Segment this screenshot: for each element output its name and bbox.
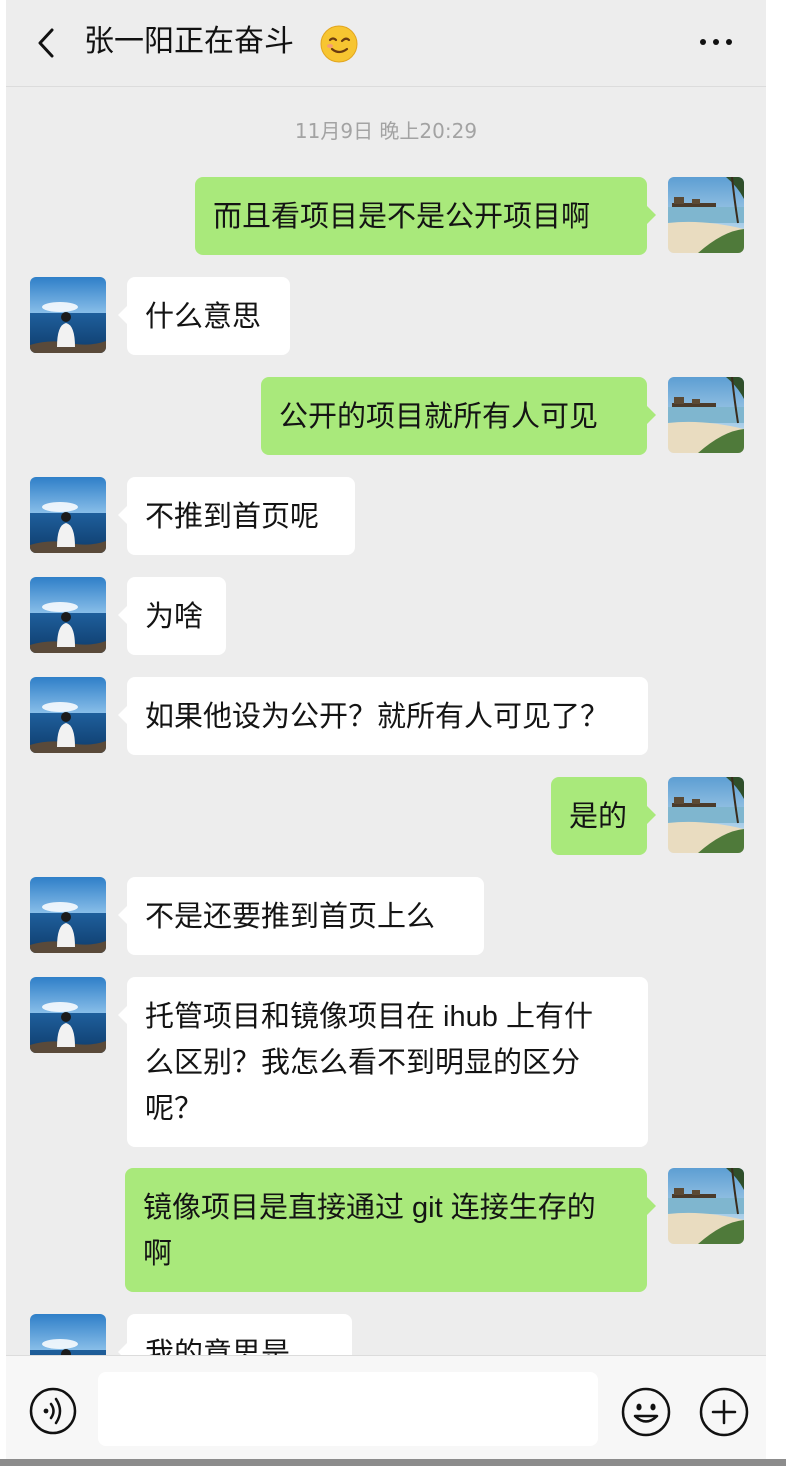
message-text: 而且看项目是不是公开项目啊 (213, 201, 591, 233)
my-avatar[interactable] (668, 1168, 744, 1244)
incoming-message[interactable]: 托管项目和镜像项目在 ihub 上有什 么区别？我怎么看不到明显的区分 呢？ (118, 977, 648, 1147)
message-line: 托管项目和镜像项目在 ihub 上有什 (145, 1001, 593, 1033)
incoming-message[interactable]: 不推到首页呢 (118, 477, 355, 555)
outgoing-message[interactable]: 公开的项目就所有人可见 (261, 377, 656, 455)
message-line: 么区别？我怎么看不到明显的区分 (145, 1047, 581, 1079)
incoming-message[interactable]: 我的意思是 (118, 1314, 352, 1355)
message-text: 不推到首页呢 (145, 501, 320, 533)
incoming-message[interactable]: 什么意思 (118, 277, 290, 355)
message-text: 我的意思是 (145, 1338, 291, 1355)
my-avatar[interactable] (668, 777, 744, 853)
message-list[interactable]: 11月9日 晚上20:29 而且看项目是不是公开项目啊 什么意思 公开的项目就所… (6, 87, 766, 1355)
chat-title: 张一阳正在奋斗 (84, 24, 294, 59)
my-avatar[interactable] (668, 377, 744, 453)
message-text: 如果他设为公开？就所有人可见了？ (145, 701, 610, 733)
message-line: 镜像项目是直接通过 git 连接生存的 (143, 1192, 596, 1224)
more-options-button[interactable] (686, 20, 746, 64)
window-bottom-edge (0, 1459, 786, 1466)
chevron-left-icon (38, 28, 54, 58)
back-button[interactable] (28, 18, 68, 68)
message-input[interactable] (98, 1372, 598, 1446)
more-functions-button[interactable] (698, 1386, 750, 1438)
voice-icon (29, 1387, 77, 1435)
outgoing-message[interactable]: 而且看项目是不是公开项目啊 (195, 177, 656, 255)
top-bar: 张一阳正在奋斗 (6, 0, 766, 87)
contact-avatar[interactable] (30, 977, 106, 1053)
plus-circle-icon (699, 1387, 749, 1437)
message-text: 什么意思 (145, 301, 262, 333)
message-line: 啊 (143, 1238, 173, 1270)
contact-avatar[interactable] (30, 1314, 106, 1355)
chat-window: 张一阳正在奋斗 11月9日 晚上20:29 而且看项目是不是公开项目啊 什么意思 (6, 0, 766, 1466)
outgoing-message[interactable]: 是的 (551, 777, 656, 855)
contact-avatar[interactable] (30, 477, 106, 553)
incoming-message[interactable]: 为啥 (118, 577, 226, 655)
smiley-icon (621, 1387, 671, 1437)
message-timestamp: 11月9日 晚上20:29 (294, 119, 478, 143)
more-horizontal-icon (700, 39, 732, 45)
my-avatar[interactable] (668, 177, 744, 253)
message-text: 为啥 (145, 601, 204, 633)
message-text: 是的 (569, 801, 628, 833)
incoming-message[interactable]: 如果他设为公开？就所有人可见了？ (118, 677, 648, 755)
contact-avatar[interactable] (30, 877, 106, 953)
outgoing-message[interactable]: 镜像项目是直接通过 git 连接生存的 啊 (125, 1168, 656, 1292)
input-bar (6, 1355, 766, 1460)
incoming-message[interactable]: 不是还要推到首页上么 (118, 877, 484, 955)
contact-avatar[interactable] (30, 277, 106, 353)
wink-emoji-icon (320, 25, 358, 63)
message-text: 不是还要推到首页上么 (145, 901, 436, 933)
contact-avatar[interactable] (30, 677, 106, 753)
message-line: 呢？ (145, 1093, 204, 1125)
emoji-button[interactable] (620, 1386, 672, 1438)
voice-button[interactable] (28, 1386, 78, 1436)
contact-avatar[interactable] (30, 577, 106, 653)
message-text: 公开的项目就所有人可见 (279, 401, 599, 433)
